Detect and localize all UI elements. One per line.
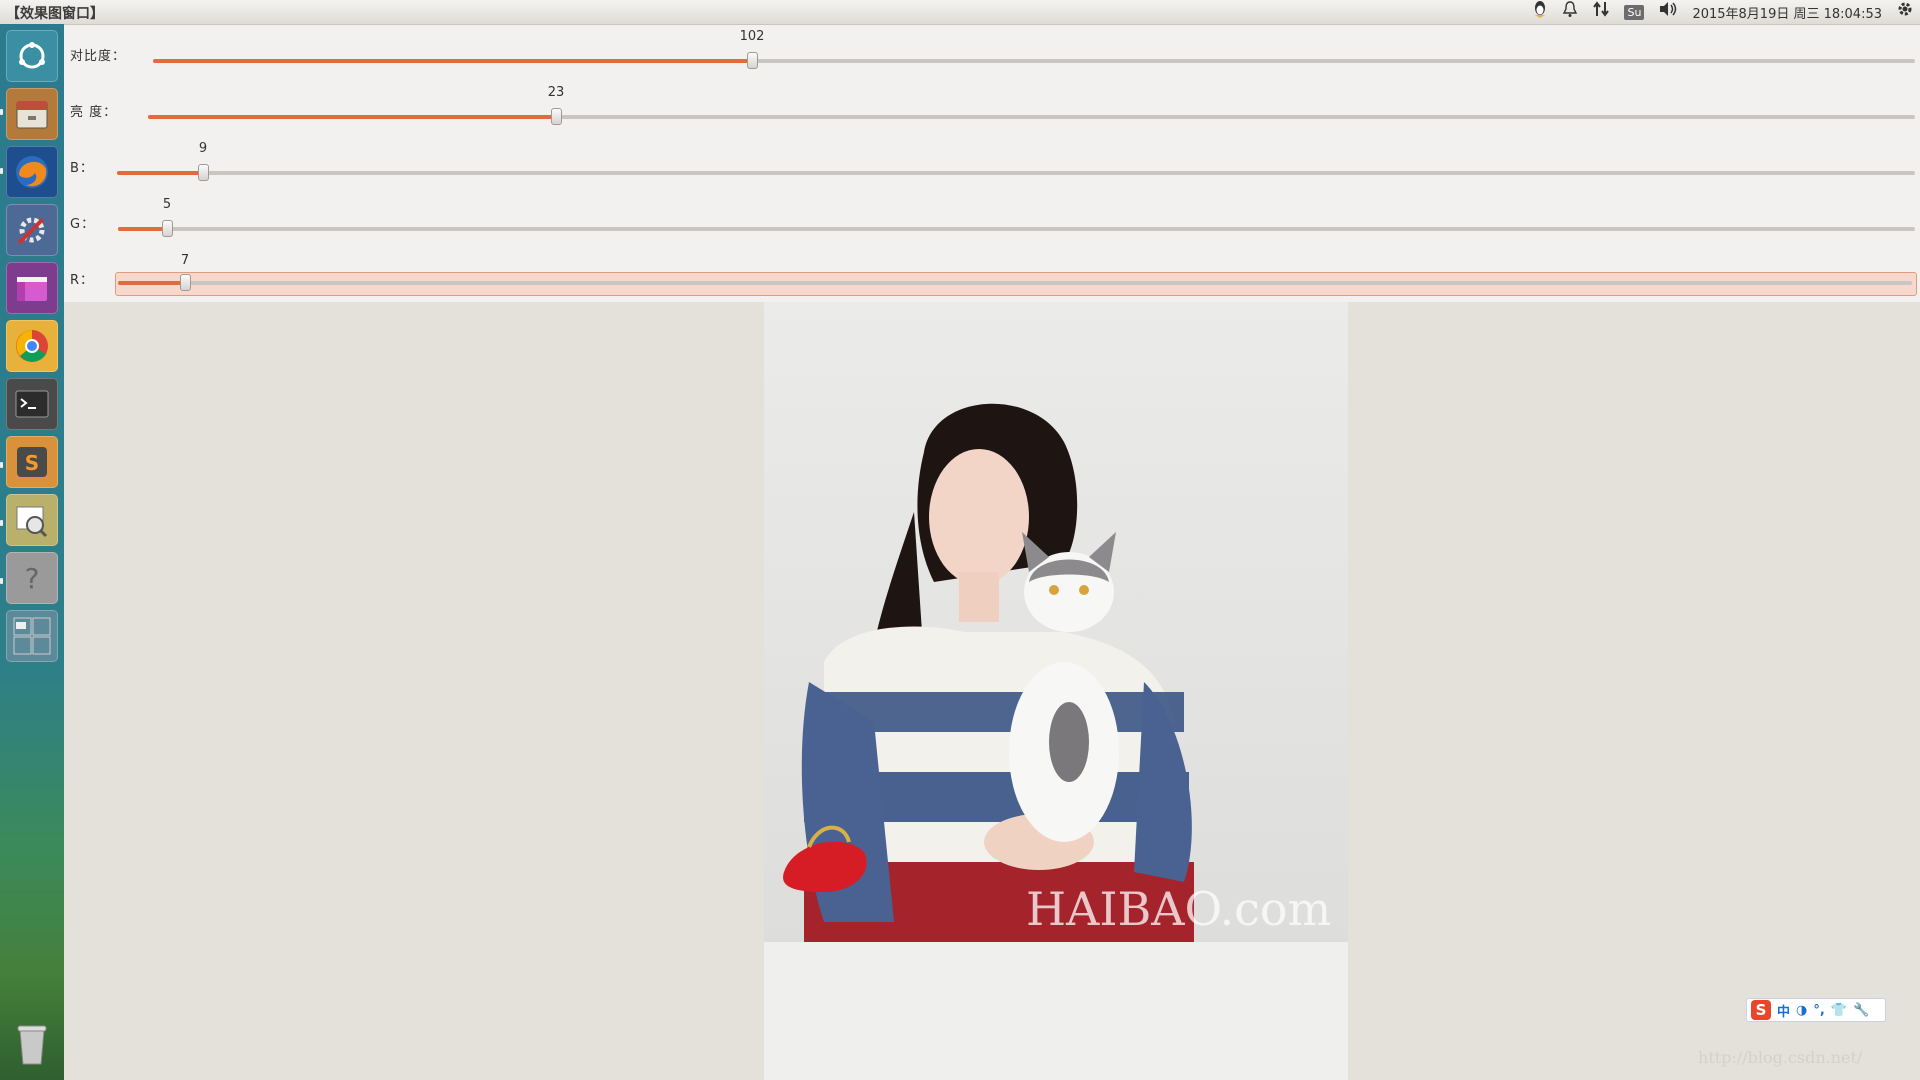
ime-settings-icon[interactable]: 🔧 <box>1853 1003 1869 1018</box>
red-row: R： 7 <box>64 249 1920 305</box>
slider-value: 9 <box>198 141 208 156</box>
clock[interactable]: 2015年8月19日 周三 18:04:53 <box>1692 3 1882 22</box>
green-row: G： 5 <box>64 193 1920 249</box>
trash-icon[interactable] <box>6 1018 58 1070</box>
ime-toolbar[interactable]: S 中 ◑ °, 👕 🔧 <box>1746 998 1886 1022</box>
qq-icon[interactable] <box>1532 0 1548 25</box>
terminal-icon[interactable] <box>6 378 58 430</box>
slider-handle[interactable] <box>180 274 191 291</box>
bell-icon[interactable] <box>1562 0 1578 25</box>
slider-label: 对比度： <box>70 49 127 64</box>
blue-slider[interactable] <box>117 164 1915 181</box>
slider-fill <box>148 115 556 119</box>
brightness-slider[interactable] <box>148 108 1915 125</box>
system-tray: Su 2015年8月19日 周三 18:04:53 <box>1532 0 1914 24</box>
slider-handle[interactable] <box>162 220 173 237</box>
slider-handle[interactable] <box>198 164 209 181</box>
contrast-row: 对比度： 102 <box>64 25 1920 81</box>
slider-fill <box>118 281 185 285</box>
launcher: S ? <box>0 24 64 1080</box>
window-title: 【效果图窗口】 <box>6 6 104 22</box>
slider-label: G： <box>70 217 96 232</box>
image-viewer-icon[interactable] <box>6 494 58 546</box>
dash-home-icon[interactable] <box>6 30 58 82</box>
slider-handle[interactable] <box>747 52 758 69</box>
slider-fill <box>153 59 752 63</box>
slider-fill <box>118 227 167 231</box>
slider-label: R： <box>70 273 95 288</box>
workspace-switcher-icon[interactable] <box>6 610 58 662</box>
slider-fill <box>117 171 203 175</box>
system-settings-icon[interactable] <box>6 204 58 256</box>
slider-label: B： <box>70 161 94 176</box>
ime-skin-icon[interactable]: 👕 <box>1831 1003 1847 1018</box>
result-image: HAIBAO.com <box>764 302 1348 1080</box>
gear-icon[interactable] <box>1896 0 1914 25</box>
app-purple-icon[interactable] <box>6 262 58 314</box>
slider-value: 23 <box>547 85 565 100</box>
contrast-slider[interactable] <box>153 52 1915 69</box>
firefox-icon[interactable] <box>6 146 58 198</box>
slider-handle[interactable] <box>551 108 562 125</box>
green-slider[interactable] <box>118 220 1915 237</box>
slider-value: 7 <box>180 253 190 268</box>
chrome-icon[interactable] <box>6 320 58 372</box>
svg-text:S: S <box>25 451 39 475</box>
top-panel: 【效果图窗口】 Su 2015年8月19日 周三 18:04:53 <box>0 0 1920 25</box>
help-icon[interactable]: ? <box>6 552 58 604</box>
sogou-logo-icon[interactable]: S <box>1751 1000 1771 1020</box>
sublime-text-icon[interactable]: S <box>6 436 58 488</box>
image-display-area: HAIBAO.com <box>64 302 1920 1080</box>
files-icon[interactable] <box>6 88 58 140</box>
ime-punct-icon[interactable]: °, <box>1813 1003 1824 1018</box>
ime-mode[interactable]: 中 <box>1777 1001 1790 1020</box>
ime-moon-icon[interactable]: ◑ <box>1796 1003 1807 1018</box>
controls-panel: 对比度： 102 亮 度： 23 B： 9 G： 5 R： 7 <box>64 25 1920 302</box>
slider-value: 5 <box>162 197 172 212</box>
page-watermark: http://blog.csdn.net/ <box>1698 1048 1863 1067</box>
network-arrows-icon[interactable] <box>1592 0 1610 25</box>
image-watermark: HAIBAO.com <box>1026 882 1331 936</box>
brightness-row: 亮 度： 23 <box>64 81 1920 137</box>
red-slider[interactable] <box>118 274 1912 291</box>
su-icon[interactable]: Su <box>1624 4 1645 20</box>
volume-icon[interactable] <box>1658 0 1678 25</box>
slider-label: 亮 度： <box>70 105 118 120</box>
blue-row: B： 9 <box>64 137 1920 193</box>
svg-text:?: ? <box>25 562 40 595</box>
slider-value: 102 <box>739 29 765 44</box>
